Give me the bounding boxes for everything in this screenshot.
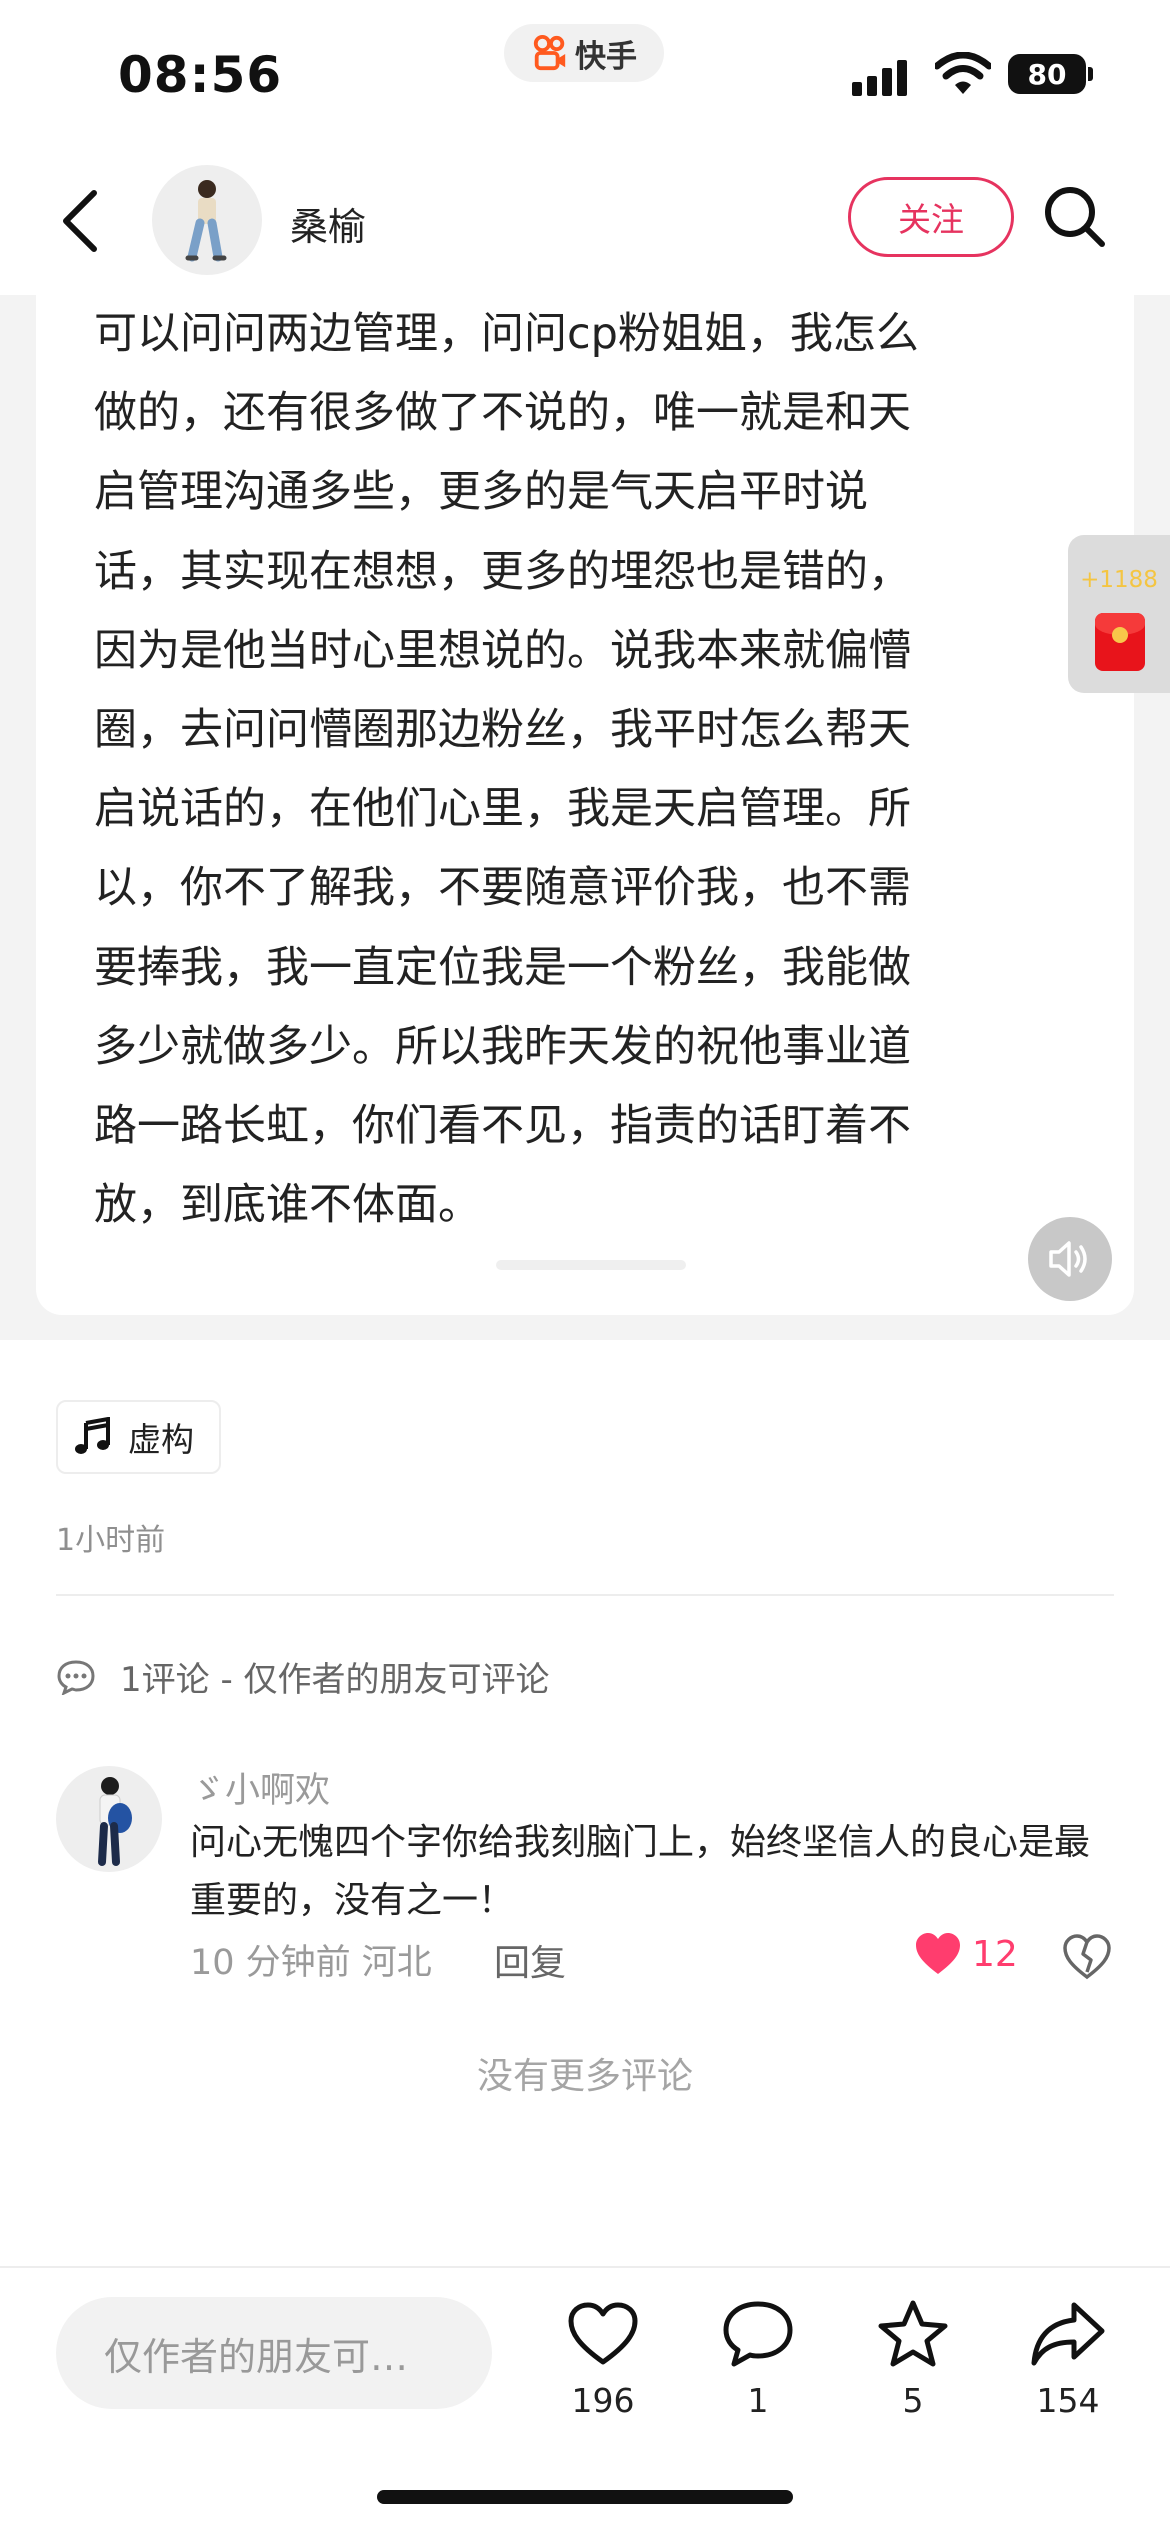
search-icon[interactable] [1040, 182, 1110, 252]
broken-heart-icon[interactable] [1062, 1932, 1112, 1982]
post-text-line: 因为是他当时心里想说的。说我本来就偏懵 [94, 625, 911, 676]
comment-count: 1 [747, 2381, 769, 2420]
heart-filled-icon [916, 1933, 960, 1974]
share-button[interactable]: 154 [1013, 2295, 1123, 2420]
author-avatar[interactable] [152, 165, 262, 275]
chat-bubble-icon [723, 2301, 793, 2367]
status-bar: 08:56 快手 80 [0, 0, 1170, 150]
comment-like-button[interactable]: 12 [914, 1932, 1018, 1976]
image-scroll-indicator [496, 1260, 686, 1270]
comment-item: ゞ小啊欢 问心无愧四个字你给我刻脑门上，始终坚信人的良心是最重要的，没有之一！ … [56, 1762, 1114, 1984]
home-indicator[interactable] [377, 2490, 793, 2504]
top-nav: 桑榆 关注 [0, 150, 1170, 295]
like-button[interactable]: 196 [548, 2295, 658, 2420]
comment-input[interactable]: 仅作者的朋友可… [56, 2297, 492, 2409]
author-name[interactable]: 桑榆 [290, 196, 366, 251]
share-count: 154 [1036, 2381, 1100, 2420]
comment-meta: 10 分钟前 河北 [190, 1943, 432, 1983]
kuaishou-logo-icon [533, 34, 566, 71]
follow-button[interactable]: 关注 [848, 177, 1014, 257]
speaker-icon [1049, 1241, 1087, 1277]
post-text-line: 路一路长虹，你们看不见，指责的话盯着不 [94, 1101, 911, 1152]
favorite-count: 5 [902, 2381, 924, 2420]
star-icon [878, 2300, 948, 2367]
music-tag[interactable]: 虚构 [56, 1400, 221, 1474]
comments-header: 1评论 - 仅作者的朋友可评论 [56, 1652, 550, 1701]
signal-icon [852, 60, 907, 96]
post-text-line: 启管理沟通多些，更多的是气天启平时说 [94, 467, 868, 518]
bottom-divider [0, 2266, 1170, 2268]
reply-button[interactable]: 回复 [494, 1934, 566, 1986]
comment-like-count: 12 [972, 1933, 1018, 1975]
red-envelope-icon [1095, 613, 1145, 671]
no-more-comments: 没有更多评论 [476, 2056, 693, 2097]
comments-title: 1评论 - 仅作者的朋友可评论 [120, 1660, 550, 1700]
comment-button[interactable]: 1 [703, 2295, 813, 2420]
person-with-bag-icon [98, 1777, 132, 1866]
post-text-line: 要捧我，我一直定位我是一个粉丝，我能做 [94, 942, 911, 993]
post-text-line: 圈，去问问懵圈那边粉丝，我平时怎么帮天 [94, 705, 911, 756]
back-arrow-icon[interactable] [52, 185, 112, 257]
divider [56, 1594, 1114, 1596]
music-label: 虚构 [128, 1420, 194, 1459]
post-text-line: 话，其实现在想想，更多的埋怨也是错的， [94, 546, 911, 597]
post-text-line: 可以问问两边管理，问问cp粉姐姐，我怎么 [94, 309, 919, 359]
status-time: 08:56 [118, 46, 283, 104]
post-text-line: 放，到底谁不体面。 [94, 1180, 481, 1231]
commenter-avatar[interactable] [56, 1766, 162, 1872]
app-indicator: 快手 [504, 24, 664, 82]
comment-text: 问心无愧四个字你给我刻脑门上，始终坚信人的良心是最重要的，没有之一！ [190, 1822, 1091, 1921]
red-packet-count: +1188 [1080, 567, 1158, 593]
post-card: 可以问问两边管理，问问cp粉姐姐，我怎么 做的，还有很多做了不说的，唯一就是和天启… [36, 295, 1134, 1315]
post-text: 可以问问两边管理，问问cp粉姐姐，我怎么 做的，还有很多做了不说的，唯一就是和天启… [94, 295, 1014, 1245]
battery-indicator: 80 [1008, 54, 1086, 94]
favorite-button[interactable]: 5 [858, 2295, 968, 2420]
post-text-line: 以，你不了解我，不要随意评价我，也不需 [94, 863, 911, 914]
wifi-icon [935, 52, 991, 94]
app-name: 快手 [575, 38, 637, 75]
like-count: 196 [571, 2381, 635, 2420]
share-arrow-icon [1031, 2302, 1105, 2366]
battery-tip [1088, 67, 1093, 81]
volume-button[interactable] [1028, 1217, 1112, 1301]
heart-icon [568, 2302, 638, 2365]
commenter-name[interactable]: ゞ小啊欢 [190, 1762, 330, 1813]
post-time: 1小时前 [56, 1523, 166, 1558]
red-packet-widget[interactable]: +1188 [1068, 535, 1170, 693]
post-text-line: 多少就做多少。所以我昨天发的祝他事业道 [94, 1021, 911, 1072]
post-text-line: 做的，还有很多做了不说的，唯一就是和天 [94, 388, 911, 439]
comment-bubble-icon [57, 1659, 95, 1695]
post-text-line: 启说话的，在他们心里，我是天启管理。所 [94, 784, 911, 835]
music-note-icon [75, 1417, 110, 1454]
walking-figure-icon [185, 180, 227, 262]
